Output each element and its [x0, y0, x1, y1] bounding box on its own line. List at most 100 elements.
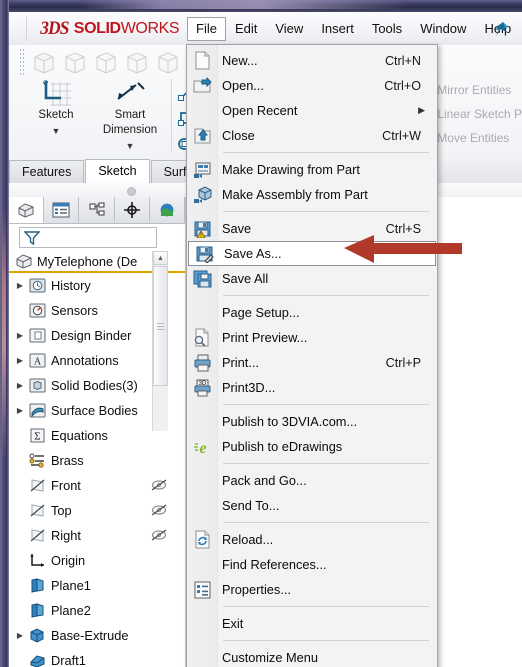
menu-item-page-setup[interactable]: Page Setup...	[187, 300, 437, 325]
ribbon-collapse-handle[interactable]	[127, 187, 136, 196]
tree-item-label: Brass	[51, 453, 84, 468]
expand-arrow-icon[interactable]: ▶	[13, 381, 27, 390]
menu-item-save-as[interactable]: Save As...	[188, 241, 436, 266]
view-cube-icon-2[interactable]	[61, 49, 89, 75]
menu-window[interactable]: Window	[411, 17, 475, 41]
hidden-eye-icon[interactable]	[151, 529, 167, 541]
menu-item-print3d[interactable]: 3D Print3D...	[187, 375, 437, 400]
menu-item-publish-to-edrawings[interactable]: e Publish to eDrawings	[187, 434, 437, 459]
menu-view[interactable]: View	[266, 17, 312, 41]
tree-item-label: Origin	[51, 553, 86, 568]
view-cube-icon-4[interactable]	[123, 49, 151, 75]
tab-sketch[interactable]: Sketch	[85, 159, 150, 183]
menu-tools[interactable]: Tools	[363, 17, 411, 41]
menu-file[interactable]: File	[187, 17, 226, 41]
save-as-icon	[189, 245, 219, 263]
window-left-border	[0, 0, 9, 667]
view-cube-icon-1[interactable]	[30, 49, 58, 75]
menu-item-label: Save	[222, 221, 252, 236]
equations-icon: Σ	[27, 427, 48, 444]
property-manager-tab[interactable]	[44, 197, 80, 222]
configuration-manager-tab[interactable]	[79, 197, 115, 222]
sketch-button[interactable]: Sketch ▼	[19, 79, 93, 136]
menu-item-reload[interactable]: Reload...	[187, 527, 437, 552]
dimxpert-manager-tab[interactable]	[114, 197, 150, 222]
view-cube-icon-3[interactable]	[92, 49, 120, 75]
feature-filter-input[interactable]	[19, 227, 157, 248]
menu-separator	[223, 522, 429, 523]
menu-item-open-recent[interactable]: Open Recent ▶	[187, 98, 437, 123]
display-manager-tab[interactable]	[149, 197, 186, 222]
pushpin-icon[interactable]	[492, 20, 510, 38]
smart-dimension-label-line2: Dimension	[102, 124, 158, 136]
menu-item-label: Properties...	[222, 582, 291, 597]
menu-item-accelerator: Ctrl+N	[384, 53, 421, 68]
menu-item-make-assembly-from-part[interactable]: Make Assembly from Part	[187, 182, 437, 207]
menu-item-new[interactable]: New... Ctrl+N	[187, 48, 437, 73]
menu-item-publish-to-3dvia[interactable]: Publish to 3DVIA.com...	[187, 409, 437, 434]
plane-icon	[27, 602, 48, 619]
menu-item-save[interactable]: ! Save Ctrl+S	[187, 216, 437, 241]
tree-item-draft1[interactable]: Draft1	[9, 648, 185, 667]
tree-item-top-plane[interactable]: Top	[9, 498, 185, 523]
tab-features[interactable]: Features	[9, 160, 85, 183]
menu-item-label: Pack and Go...	[222, 473, 307, 488]
tree-item-front-plane[interactable]: Front	[9, 473, 185, 498]
hidden-eye-icon[interactable]	[151, 504, 167, 516]
menu-insert[interactable]: Insert	[312, 17, 363, 41]
window-left-border-glow	[2, 210, 6, 460]
scroll-up-arrow-icon[interactable]: ▲	[153, 251, 168, 265]
tree-item-label: Surface Bodies	[51, 403, 138, 418]
menu-item-customize-menu[interactable]: Customize Menu	[187, 645, 437, 667]
reload-icon	[187, 530, 217, 549]
save-warning-icon: !	[187, 220, 217, 238]
expand-arrow-icon[interactable]: ▶	[13, 406, 27, 415]
smart-dimension-button[interactable]: Smart Dimension ▼	[93, 79, 167, 151]
save-all-icon	[187, 270, 217, 288]
menu-item-save-all[interactable]: Save All	[187, 266, 437, 291]
smart-dimension-dropdown-caret[interactable]: ▼	[126, 141, 135, 151]
feature-tree-scrollbar[interactable]: ▲	[152, 251, 168, 431]
menu-item-label: Open...	[222, 78, 264, 93]
toolbar-grip[interactable]	[19, 48, 24, 76]
expand-arrow-icon[interactable]: ▶	[13, 281, 27, 290]
view-orientation-toolbar	[19, 47, 213, 77]
tree-item-plane2[interactable]: Plane2	[9, 598, 185, 623]
tree-item-origin[interactable]: Origin	[9, 548, 185, 573]
tree-item-material[interactable]: Brass	[9, 448, 185, 473]
expand-arrow-icon[interactable]: ▶	[13, 631, 27, 640]
tree-item-plane1[interactable]: Plane1	[9, 573, 185, 598]
scrollbar-thumb[interactable]	[153, 266, 168, 386]
menu-item-accelerator: Ctrl+P	[385, 355, 421, 370]
menu-item-print[interactable]: Print... Ctrl+P	[187, 350, 437, 375]
menu-item-find-references[interactable]: Find References...	[187, 552, 437, 577]
menu-item-label: Print3D...	[222, 380, 276, 395]
menu-item-label: New...	[222, 53, 258, 68]
tree-item-right-plane[interactable]: Right	[9, 523, 185, 548]
menu-item-open[interactable]: Open... Ctrl+O	[187, 73, 437, 98]
menu-item-make-drawing-from-part[interactable]: Make Drawing from Part	[187, 157, 437, 182]
menu-item-send-to[interactable]: Send To...	[187, 493, 437, 518]
expand-arrow-icon[interactable]: ▶	[13, 331, 27, 340]
menu-separator	[223, 152, 429, 153]
menu-item-pack-and-go[interactable]: Pack and Go...	[187, 468, 437, 493]
view-cube-icon-5[interactable]	[154, 49, 182, 75]
tree-item-label: Design Binder	[51, 328, 132, 343]
menu-item-properties[interactable]: Properties...	[187, 577, 437, 602]
menu-item-label: Customize Menu	[222, 650, 319, 665]
menu-item-print-preview[interactable]: Print Preview...	[187, 325, 437, 350]
sketch-dropdown-caret[interactable]: ▼	[52, 126, 61, 136]
printer-icon	[187, 354, 217, 372]
hidden-eye-icon[interactable]	[151, 479, 167, 491]
menu-edit[interactable]: Edit	[226, 17, 266, 41]
expand-arrow-icon[interactable]: ▶	[13, 356, 27, 365]
menu-item-close[interactable]: Close Ctrl+W	[187, 123, 437, 148]
close-folder-icon	[187, 127, 217, 145]
print3d-icon: 3D	[187, 379, 217, 397]
tree-item-base-extrude[interactable]: ▶ Base-Extrude	[9, 623, 185, 648]
feature-tree-tab[interactable]	[9, 197, 45, 223]
feature-manager-tab-strip	[9, 197, 186, 224]
svg-text:Σ: Σ	[34, 431, 40, 443]
title-bar-glow	[80, 0, 410, 9]
menu-item-exit[interactable]: Exit	[187, 611, 437, 636]
